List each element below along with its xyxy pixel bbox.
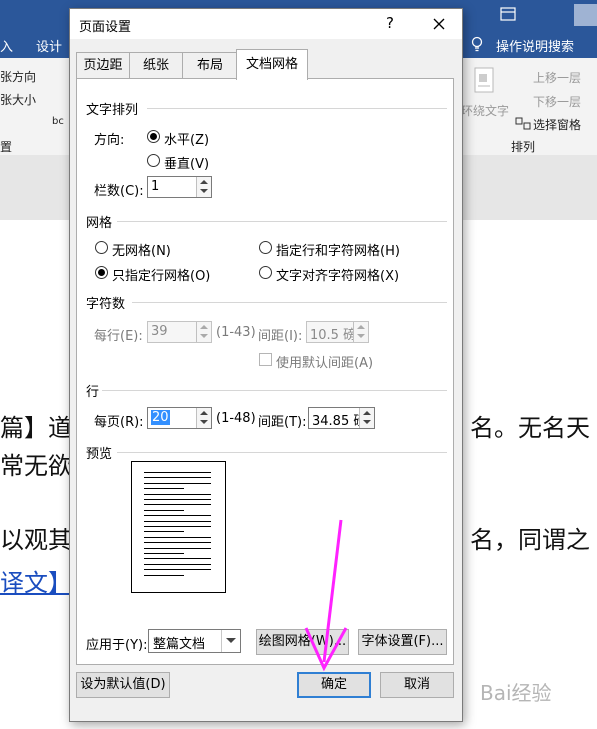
annotation-arrow-icon	[304, 519, 348, 672]
tab-document-grid[interactable]: 文档网格	[236, 49, 308, 80]
